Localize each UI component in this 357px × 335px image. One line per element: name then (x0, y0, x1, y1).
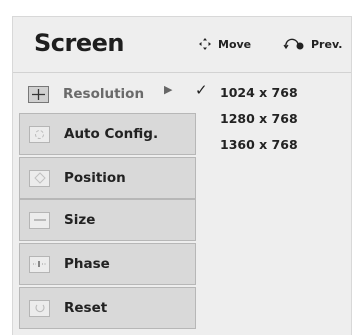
submenu-arrow-icon: ▶ (164, 83, 173, 96)
menu-item-label: Position (64, 170, 126, 186)
menu-item-label: Size (64, 212, 96, 228)
move-hint-label: Move (218, 37, 252, 51)
menu-item-phase[interactable]: Phase (19, 243, 196, 285)
menu-item-label: Auto Config. (64, 126, 159, 142)
size-icon (29, 211, 50, 229)
resolution-option-1360[interactable]: 1360 x 768 (220, 137, 298, 152)
menu-item-label: Reset (64, 300, 108, 316)
resolution-option-1280[interactable]: 1280 x 768 (220, 111, 298, 126)
prev-hint: Prev. (283, 37, 342, 51)
osd-screen-menu: Screen Move Prev. Resolution ▶ Auto Conf… (12, 16, 352, 335)
resolution-icon (28, 85, 49, 103)
menu-item-label: Resolution (63, 86, 145, 102)
auto-config-icon (29, 125, 50, 143)
resolution-option-1024[interactable]: 1024 x 768 (220, 85, 298, 100)
menu-item-size[interactable]: Size (19, 199, 196, 241)
menu-item-position[interactable]: Position (19, 157, 196, 199)
page-title: Screen (34, 29, 125, 57)
prev-hint-label: Prev. (311, 37, 343, 51)
move-icon (199, 38, 211, 50)
prev-icon (283, 38, 304, 50)
menu-item-reset[interactable]: Reset (19, 287, 196, 329)
phase-icon (29, 255, 50, 273)
reset-icon (29, 299, 50, 317)
menu-item-label: Phase (64, 256, 110, 272)
menu-header: Screen Move Prev. (13, 17, 351, 73)
menu-item-auto-config[interactable]: Auto Config. (19, 113, 196, 155)
move-hint: Move (198, 37, 251, 51)
selected-check-icon: ✓ (195, 81, 208, 99)
position-icon (29, 169, 50, 187)
